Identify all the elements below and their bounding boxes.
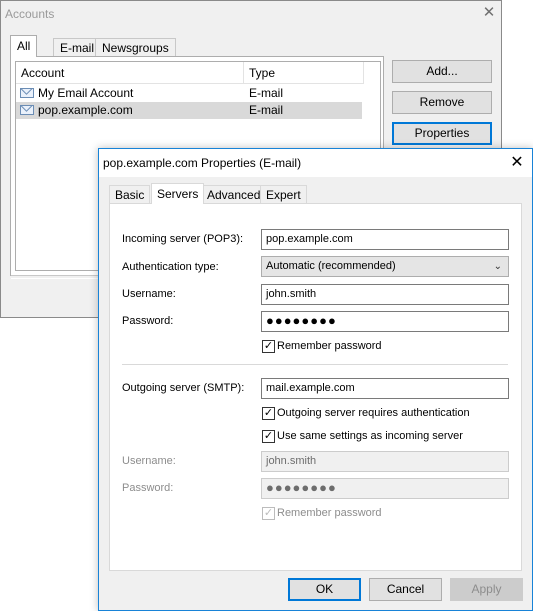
username-label: Username: bbox=[122, 288, 176, 300]
outgoing-server-input[interactable]: mail.example.com bbox=[261, 378, 509, 399]
cancel-button[interactable]: Cancel bbox=[369, 578, 442, 601]
requires-auth-checkbox[interactable]: ✓ bbox=[262, 407, 275, 420]
column-header-type[interactable]: Type bbox=[244, 62, 364, 84]
remove-button[interactable]: Remove bbox=[392, 91, 492, 114]
checkmark-icon: ✓ bbox=[263, 407, 274, 419]
dialog-title: pop.example.com Properties (E-mail) bbox=[103, 156, 302, 170]
chevron-down-icon: ⌄ bbox=[493, 261, 502, 272]
tab-advanced[interactable]: Advanced bbox=[201, 185, 267, 203]
auth-type-label: Authentication type: bbox=[122, 261, 219, 273]
checkmark-icon: ✓ bbox=[263, 340, 274, 352]
accounts-window-title: Accounts bbox=[5, 7, 55, 21]
ok-button[interactable]: OK bbox=[288, 578, 361, 601]
tab-basic[interactable]: Basic bbox=[109, 185, 151, 203]
username-input[interactable]: john.smith bbox=[261, 284, 509, 305]
checkmark-icon: ✓ bbox=[263, 430, 274, 442]
same-settings-label: Use same settings as incoming server bbox=[277, 430, 463, 442]
same-settings-checkbox[interactable]: ✓ bbox=[262, 430, 275, 443]
password-label: Password: bbox=[122, 315, 174, 327]
outgoing-remember-password-label: Remember password bbox=[277, 507, 382, 519]
close-icon[interactable]: ✕ bbox=[509, 155, 525, 171]
add-button[interactable]: Add... bbox=[392, 60, 492, 83]
outgoing-username-input: john.smith bbox=[261, 451, 509, 472]
properties-dialog: pop.example.com Properties (E-mail) ✕ Ba… bbox=[98, 148, 533, 611]
password-input[interactable]: ●●●●●●●● bbox=[261, 311, 509, 332]
column-header-account[interactable]: Account bbox=[16, 62, 244, 84]
outgoing-server-label: Outgoing server (SMTP): bbox=[122, 382, 245, 394]
tab-email[interactable]: E-mail bbox=[53, 38, 102, 56]
tab-all[interactable]: All bbox=[10, 35, 38, 57]
servers-tab-panel: Incoming server (POP3): pop.example.com … bbox=[109, 203, 522, 571]
tab-expert[interactable]: Expert bbox=[260, 185, 307, 203]
outgoing-password-input: ●●●●●●●● bbox=[261, 478, 509, 499]
mail-icon bbox=[20, 105, 34, 115]
tab-servers[interactable]: Servers bbox=[151, 183, 205, 204]
remember-password-label: Remember password bbox=[277, 340, 382, 352]
properties-button[interactable]: Properties bbox=[392, 122, 492, 145]
incoming-server-input[interactable]: pop.example.com bbox=[261, 229, 509, 250]
list-item[interactable]: My Email Account E-mail bbox=[16, 85, 362, 102]
mail-icon bbox=[20, 88, 34, 98]
remember-password-checkbox[interactable]: ✓ bbox=[262, 340, 275, 353]
outgoing-password-label: Password: bbox=[122, 482, 174, 494]
close-icon[interactable]: ✕ bbox=[481, 5, 497, 21]
section-divider bbox=[122, 364, 508, 368]
checkmark-icon: ✓ bbox=[263, 507, 274, 519]
tab-newsgroups[interactable]: Newsgroups bbox=[95, 38, 176, 56]
requires-auth-label: Outgoing server requires authentication bbox=[277, 407, 470, 419]
list-item-selected[interactable]: pop.example.com E-mail bbox=[16, 102, 362, 119]
apply-button[interactable]: Apply bbox=[450, 578, 523, 601]
outgoing-username-label: Username: bbox=[122, 455, 176, 467]
dialog-titlebar: pop.example.com Properties (E-mail) ✕ bbox=[99, 149, 532, 177]
incoming-server-label: Incoming server (POP3): bbox=[122, 233, 244, 245]
auth-type-select[interactable]: Automatic (recommended) ⌄ bbox=[261, 256, 509, 277]
outgoing-remember-password-checkbox: ✓ bbox=[262, 507, 275, 520]
